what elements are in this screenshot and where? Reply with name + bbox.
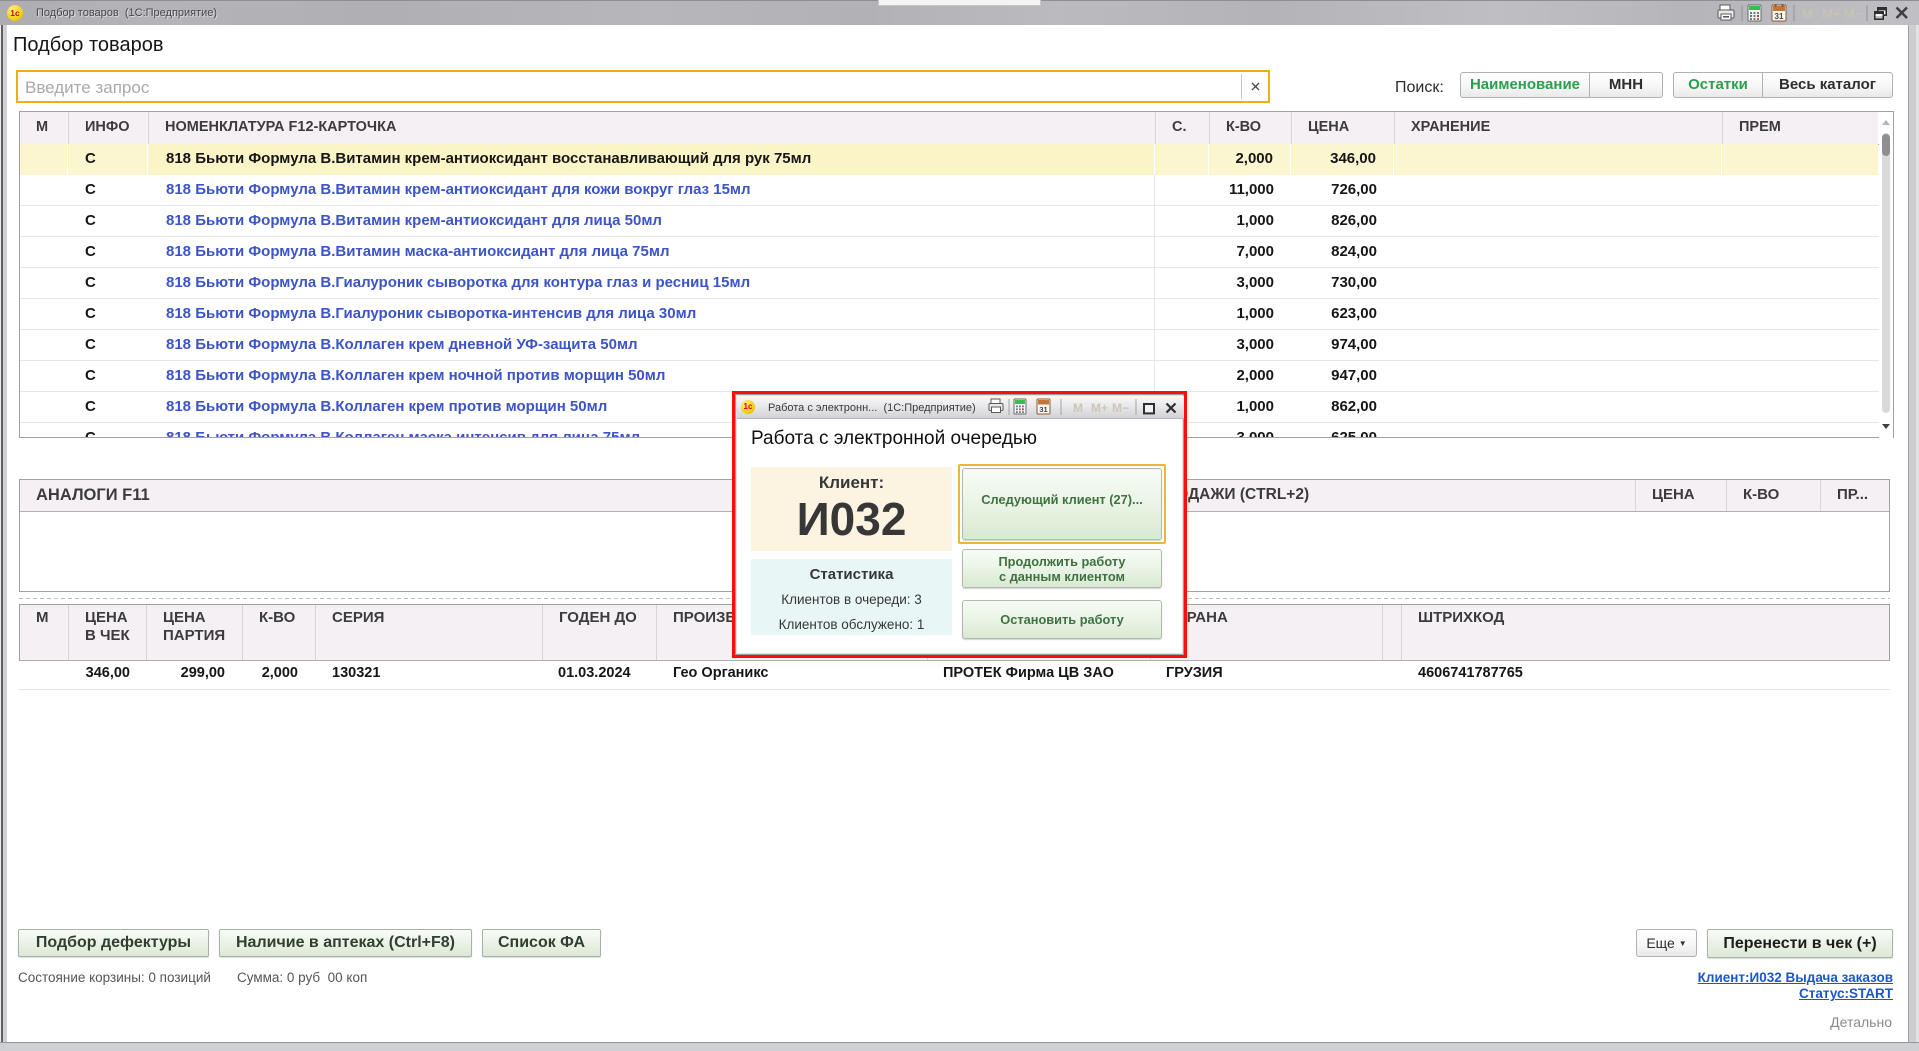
svg-text:31: 31	[1775, 12, 1784, 21]
svg-text:M−: M−	[1844, 6, 1863, 21]
svg-text:M: M	[1802, 6, 1813, 21]
svg-text:M+: M+	[1822, 6, 1841, 21]
svg-text:M: M	[1073, 401, 1083, 415]
svg-text:M−: M−	[1112, 401, 1129, 415]
svg-text:M+: M+	[1091, 401, 1108, 415]
svg-text:31: 31	[1039, 405, 1047, 414]
